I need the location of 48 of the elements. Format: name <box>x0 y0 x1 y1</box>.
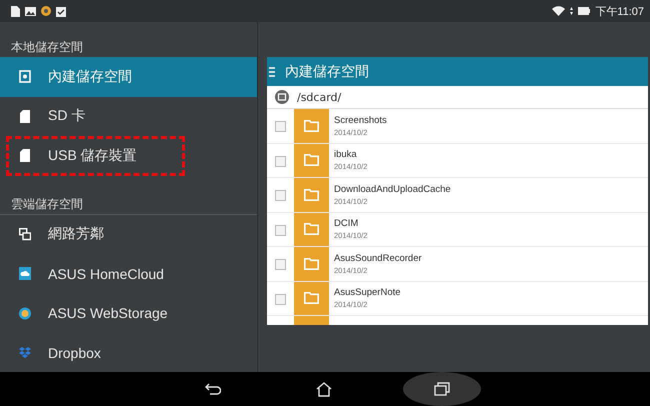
file-name: AsusSuperNote <box>334 287 401 298</box>
file-name: DCIM <box>334 218 360 230</box>
file-name: ibuka <box>334 149 358 160</box>
checkbox[interactable] <box>275 294 286 304</box>
checkbox[interactable] <box>275 190 286 201</box>
folder-icon <box>304 258 319 270</box>
wifi-icon <box>552 6 566 16</box>
sd-card-icon <box>19 149 31 162</box>
internal-storage-icon <box>19 70 31 84</box>
section-header: 雲端儲存空間 <box>0 194 257 214</box>
file-name: DownloadAndUploadCache <box>334 184 451 195</box>
file-name: AsusSoundRecorder <box>334 252 422 264</box>
sidebar-item[interactable]: 網路芳鄰 <box>0 214 257 254</box>
checkbox[interactable] <box>275 156 286 166</box>
checkbox[interactable] <box>275 259 286 270</box>
path-text: /sdcard/ <box>297 90 342 104</box>
image-icon <box>25 6 36 16</box>
folder-icon <box>304 154 319 166</box>
panel-title: 內建儲存空間 <box>285 62 369 80</box>
back-icon[interactable] <box>205 383 221 395</box>
section-header: 本地儲存空間 <box>10 39 84 56</box>
folder-icon <box>304 223 319 236</box>
battery-icon <box>578 7 590 15</box>
sidebar-item[interactable]: SD 卡 <box>0 96 257 136</box>
globe-icon <box>19 306 31 320</box>
clipboard-check-icon <box>56 6 66 16</box>
folder-icon <box>304 120 319 132</box>
sd-card-icon <box>19 110 31 123</box>
menu-icon[interactable] <box>269 66 275 76</box>
sidebar-item[interactable]: ASUS WebStorage <box>0 294 257 333</box>
checkbox[interactable] <box>275 224 286 236</box>
sidebar-item[interactable]: ASUS HomeCloud <box>0 254 257 294</box>
file-icon <box>11 6 20 16</box>
file-name: Screenshots <box>334 114 387 126</box>
storage-icon <box>275 90 289 104</box>
sidebar-item[interactable]: 內建儲存空間 <box>0 57 257 96</box>
sidebar-item[interactable]: Dropbox <box>0 333 257 372</box>
dropbox-icon <box>19 346 31 360</box>
home-icon[interactable] <box>316 382 332 396</box>
status-time: 下午11:07 <box>595 4 644 18</box>
checkbox[interactable] <box>275 121 286 132</box>
folder-icon <box>304 292 319 304</box>
cloud-icon <box>19 267 31 280</box>
sidebar-item[interactable]: USB 儲存裝置 <box>6 136 185 176</box>
recents-icon <box>434 382 450 396</box>
folder-icon <box>304 188 319 201</box>
data-arrows-icon <box>570 7 574 15</box>
network-icon <box>19 228 31 241</box>
